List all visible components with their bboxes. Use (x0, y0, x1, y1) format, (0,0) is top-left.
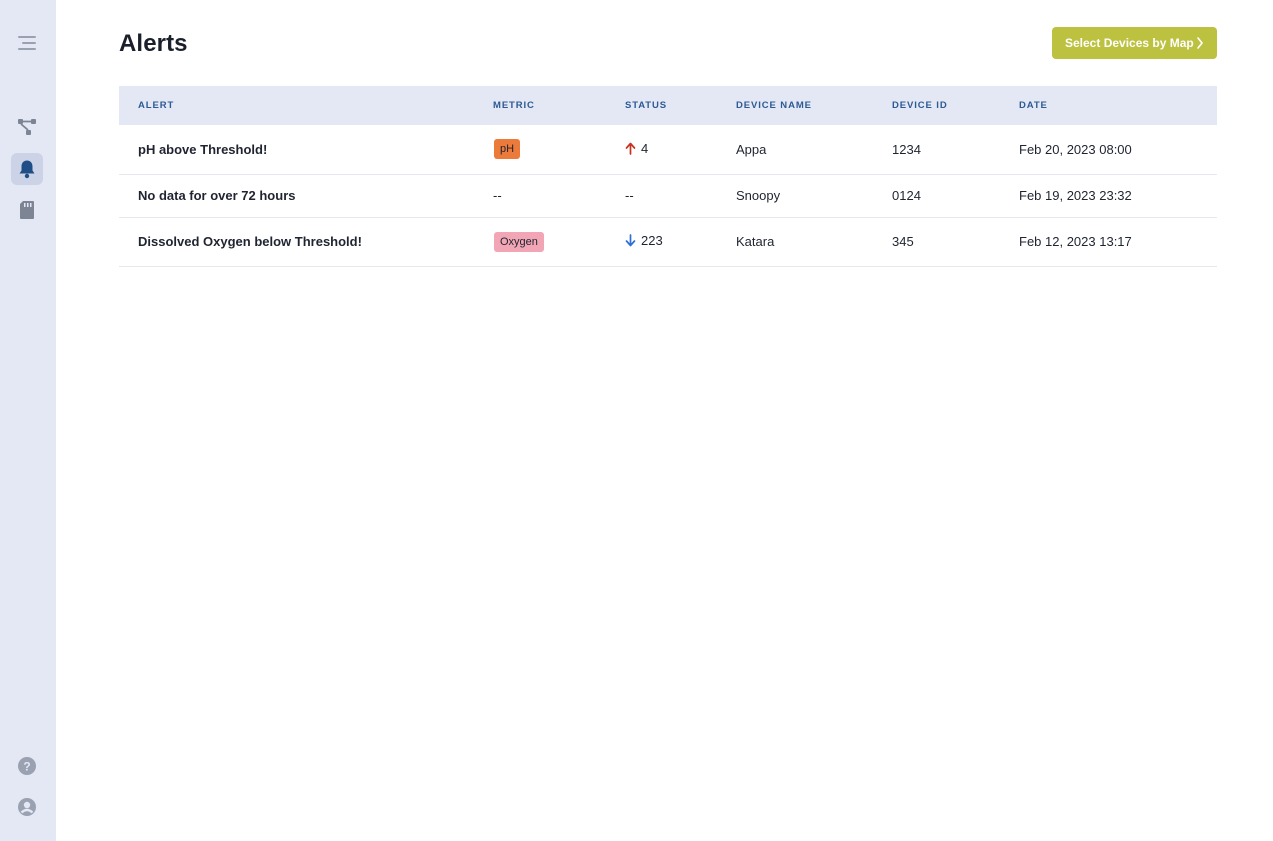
table-header-row: ALERT METRIC STATUS DEVICE NAME DEVICE I… (119, 86, 1217, 125)
date-cell: Feb 19, 2023 23:32 (1000, 174, 1217, 218)
chevron-right-icon (1197, 37, 1204, 49)
column-header-device-id[interactable]: DEVICE ID (873, 86, 1000, 125)
metric-cell: pH (474, 125, 606, 175)
menu-toggle-button[interactable] (11, 27, 43, 59)
status-cell: 223 (606, 217, 717, 267)
status-cell: -- (606, 174, 717, 218)
device-id-cell: 345 (873, 217, 1000, 267)
user-icon (18, 798, 36, 816)
map-button-label: Select Devices by Map (1065, 36, 1194, 50)
arrow-down-icon (625, 234, 636, 247)
alerts-table: ALERT METRIC STATUS DEVICE NAME DEVICE I… (119, 86, 1217, 267)
device-name-cell: Appa (717, 125, 873, 175)
date-cell: Feb 12, 2023 13:17 (1000, 217, 1217, 267)
metric-badge: pH (494, 139, 521, 160)
device-id-cell: 0124 (873, 174, 1000, 218)
menu-icon (18, 36, 36, 50)
alert-cell: No data for over 72 hours (119, 174, 474, 218)
table-row[interactable]: pH above Threshold! pH 4 Appa 1234 Feb 2… (119, 125, 1217, 175)
bell-icon (19, 160, 35, 179)
device-name-cell: Katara (717, 217, 873, 267)
sidebar-item-alerts[interactable] (11, 153, 43, 185)
select-devices-by-map-button[interactable]: Select Devices by Map (1052, 27, 1217, 59)
column-header-metric[interactable]: METRIC (474, 86, 606, 125)
column-header-alert[interactable]: ALERT (119, 86, 474, 125)
device-name-cell: Snoopy (717, 174, 873, 218)
svg-text:?: ? (23, 760, 30, 774)
column-header-device-name[interactable]: DEVICE NAME (717, 86, 873, 125)
status-cell: 4 (606, 125, 717, 175)
arrow-up-icon (625, 142, 636, 155)
help-icon: ? (18, 757, 36, 775)
sidebar-item-storage[interactable] (11, 194, 43, 226)
network-icon (18, 119, 36, 135)
page-title: Alerts (119, 30, 188, 57)
status-value: 4 (641, 140, 649, 156)
alert-cell: Dissolved Oxygen below Threshold! (119, 217, 474, 267)
metric-cell: Oxygen (474, 217, 606, 267)
help-button[interactable]: ? (11, 750, 43, 782)
column-header-status[interactable]: STATUS (606, 86, 717, 125)
table-row[interactable]: No data for over 72 hours -- -- Snoopy 0… (119, 174, 1217, 218)
device-id-cell: 1234 (873, 125, 1000, 175)
sidebar-item-devices[interactable] (11, 111, 43, 143)
sd-card-icon (20, 201, 34, 219)
column-header-date[interactable]: DATE (1000, 86, 1217, 125)
metric-badge: Oxygen (494, 231, 544, 252)
profile-button[interactable] (11, 791, 43, 823)
date-cell: Feb 20, 2023 08:00 (1000, 125, 1217, 175)
table-row[interactable]: Dissolved Oxygen below Threshold! Oxygen… (119, 217, 1217, 267)
metric-cell: -- (474, 174, 606, 218)
sidebar: ? (0, 0, 56, 841)
status-value: 223 (641, 233, 663, 248)
alert-cell: pH above Threshold! (119, 125, 474, 175)
